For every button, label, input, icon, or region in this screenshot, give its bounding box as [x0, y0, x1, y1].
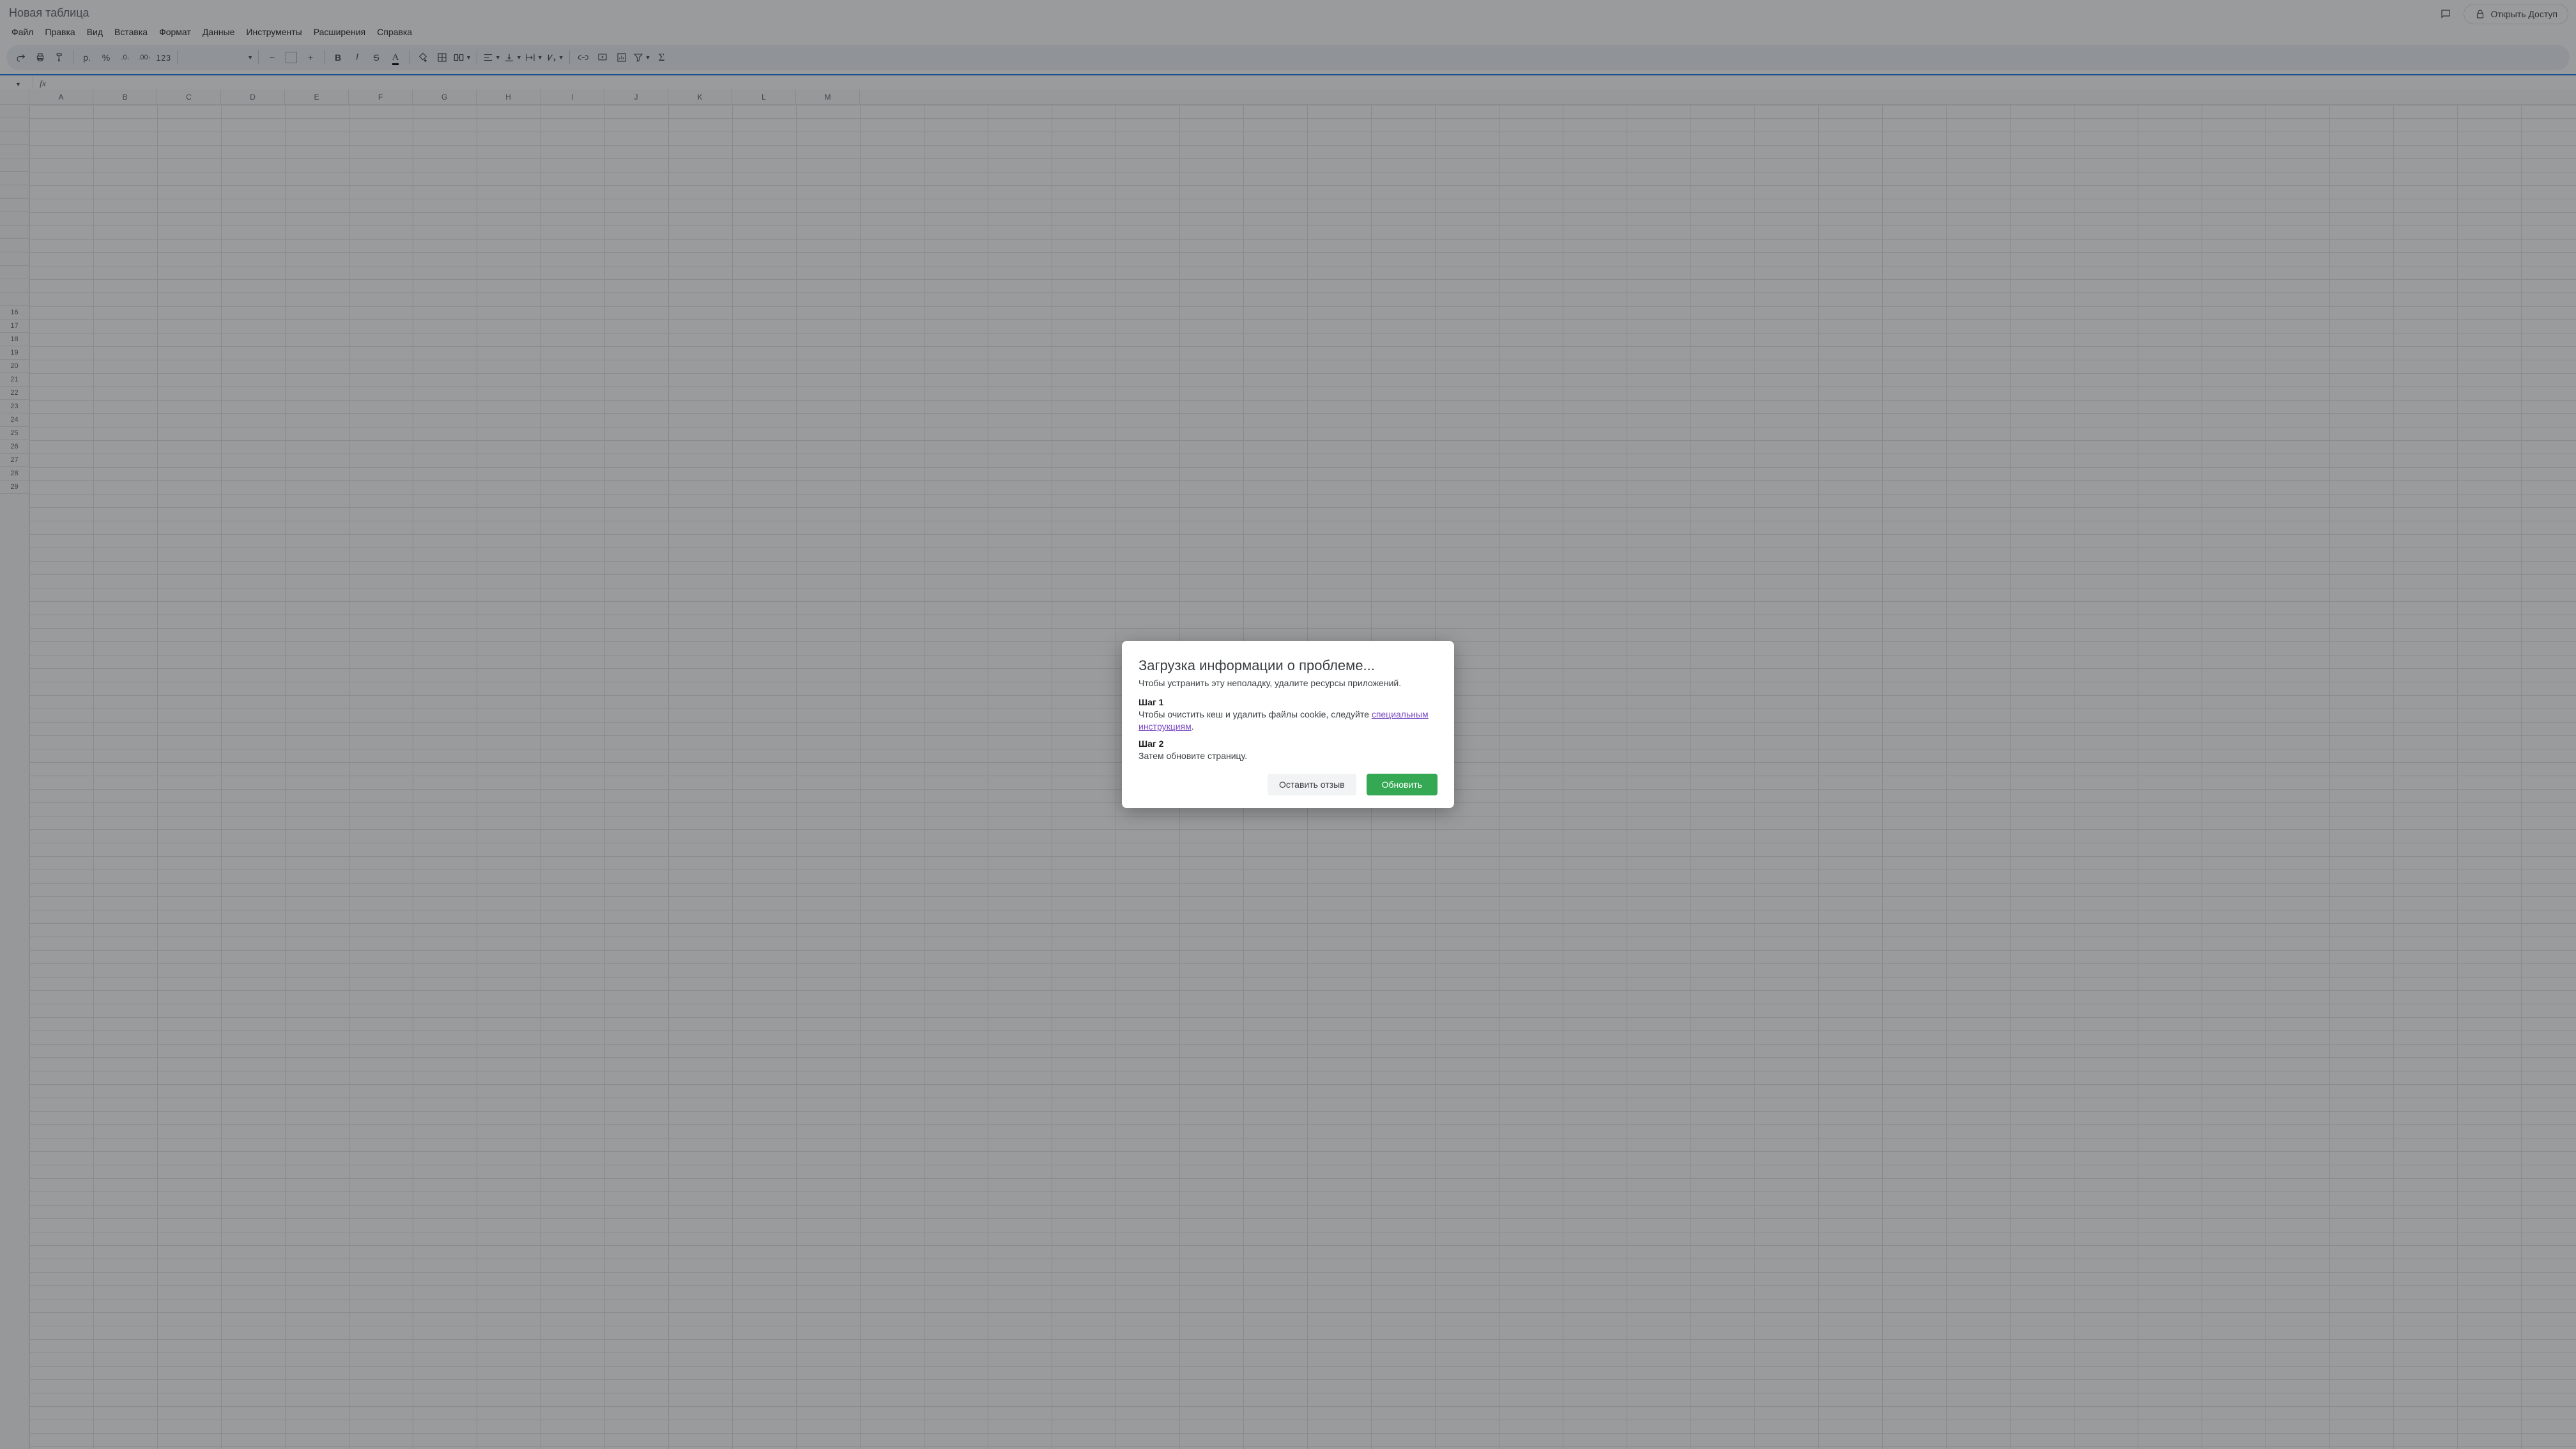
- dialog-title: Загрузка информации о проблеме...: [1138, 657, 1438, 674]
- step1-text: Чтобы очистить кеш и удалить файлы cooki…: [1138, 709, 1438, 733]
- error-dialog: Загрузка информации о проблеме... Чтобы …: [1122, 641, 1454, 809]
- dialog-subtitle: Чтобы устранить эту неполадку, удалите р…: [1138, 678, 1438, 688]
- step2-heading: Шаг 2: [1138, 739, 1438, 749]
- step2-text: Затем обновите страницу.: [1138, 750, 1438, 763]
- modal-overlay: Загрузка информации о проблеме... Чтобы …: [0, 0, 2576, 1449]
- step1-heading: Шаг 1: [1138, 697, 1438, 707]
- feedback-button[interactable]: Оставить отзыв: [1268, 774, 1356, 795]
- refresh-button[interactable]: Обновить: [1367, 774, 1438, 795]
